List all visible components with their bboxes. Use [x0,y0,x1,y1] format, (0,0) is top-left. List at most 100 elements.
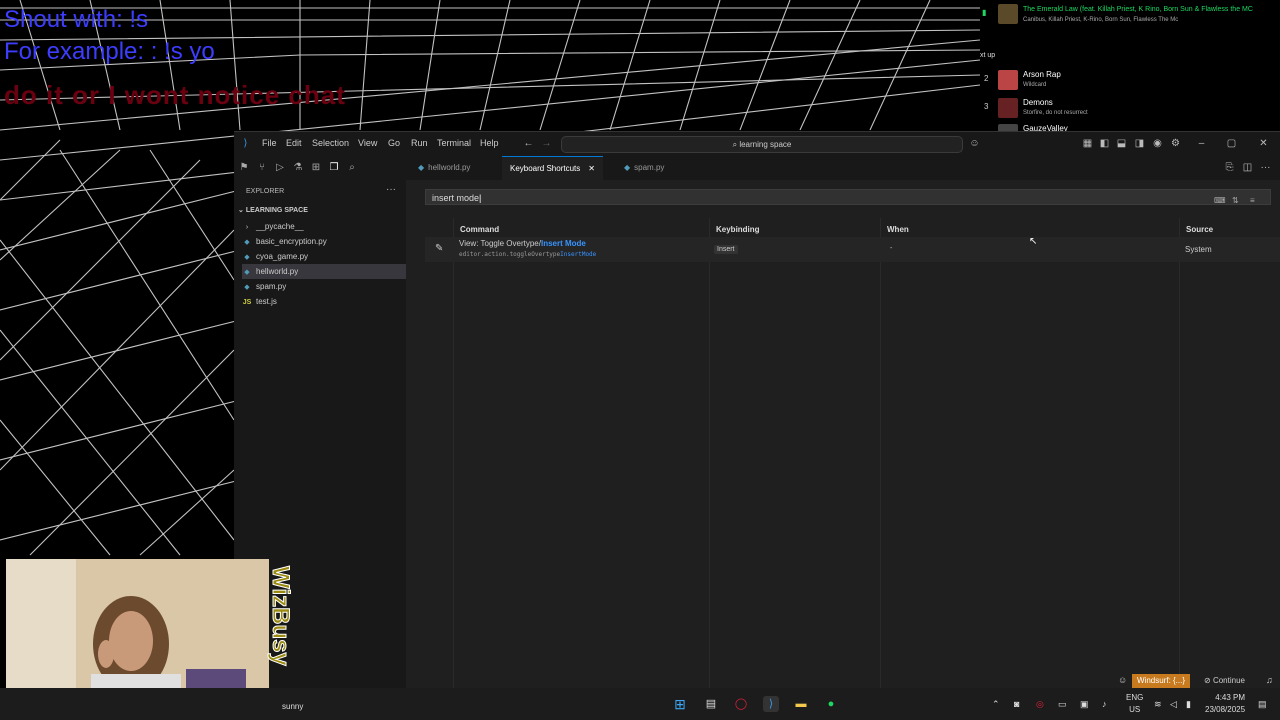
webcam-watermark: WizBusy [267,566,295,667]
wifi-icon[interactable]: ≋ [1154,699,1162,710]
run-debug-icon[interactable]: ⚑ [238,162,250,174]
continue-status[interactable]: ⊘ Continue [1204,674,1245,688]
search-icon[interactable]: ⌕ [346,162,358,174]
forward-arrow-icon[interactable]: → [541,138,552,149]
file-name: cyoa_game.py [256,252,309,261]
menu-edit[interactable]: Edit [286,138,302,148]
column-keybinding: Keybinding [716,225,760,234]
opera-gx-tray-icon[interactable]: ◎ [1036,699,1044,710]
queue-title[interactable]: Arson Rap [1023,70,1061,79]
source-control-icon[interactable]: ⑂ [256,162,268,174]
chat-overlay-text: Shout with: !s For example: : !s yo [4,4,215,68]
source-value: System [1185,245,1212,254]
search-value: insert mode [432,193,480,203]
discord-tray-icon[interactable]: ◙ [1014,699,1019,709]
microphone-icon[interactable]: ♪ [1102,699,1107,709]
chevron-up-icon[interactable]: ⌃ [992,699,1000,710]
extensions-icon[interactable]: ⊞ [310,162,322,174]
queue-artist[interactable]: Wildcard [1023,82,1046,88]
python-file-icon: ◆ [418,163,425,172]
notification-center-icon[interactable]: ▤ [1258,699,1267,710]
queue-artist[interactable]: Storfire, do not resurrect [1023,110,1088,116]
back-arrow-icon[interactable]: ← [523,138,534,149]
file-name: test.js [256,297,277,306]
split-editor-icon[interactable]: ◫ [1242,162,1253,173]
clock-date: 23/08/2025 [1205,705,1246,714]
file-explorer-icon[interactable]: ▬ [793,696,809,712]
menu-go[interactable]: Go [388,138,400,148]
open-keybindings-json-icon[interactable]: ⎘ [1224,162,1235,173]
close-icon[interactable]: ✕ [1258,138,1269,149]
project-folder[interactable]: ⌄ LEARNING SPACE [238,206,308,214]
command-center-label: learning space [739,140,792,149]
file-name: basic_encryption.py [256,237,327,246]
file-name: spam.py [256,282,287,291]
volume-icon[interactable]: ◁ [1170,699,1177,710]
menu-file[interactable]: File [262,138,277,148]
file-item[interactable]: ◆ spam.py [242,279,406,294]
keybinding-value: Insert [714,245,738,254]
toggle-panel-icon[interactable]: ⬓ [1116,138,1127,149]
run-icon[interactable]: ▷ [274,162,286,174]
spotify-icon[interactable]: ● [823,696,839,712]
close-tab-icon[interactable]: ✕ [588,164,595,173]
clear-filter-icon[interactable]: ≡ [1250,193,1255,209]
toggle-sidebar-icon[interactable]: ◧ [1099,138,1110,149]
record-keys-icon[interactable]: ⌨ [1214,193,1226,209]
minimize-icon[interactable]: – [1196,138,1207,149]
now-playing-title[interactable]: The Emerald Law (feat. Killah Priest, K … [1023,6,1253,13]
maximize-icon[interactable]: ▢ [1226,138,1237,149]
now-playing-artist[interactable]: Canibus, Killah Priest, K-Rino, Born Sun… [1023,17,1178,23]
table-row[interactable]: ✎ View: Toggle Overtype/Insert Mode edit… [425,237,1280,262]
file-item[interactable]: › __pycache__ [242,219,406,234]
file-item[interactable]: ◆ cyoa_game.py [242,249,406,264]
queue-item[interactable]: 3 Demons Storfire, do not resurrect [980,96,1280,120]
edit-keybinding-icon[interactable]: ✎ [435,243,443,254]
calculator-icon[interactable]: ▤ [703,696,719,712]
keybindings-search-input[interactable]: insert mode| ⌨ ⇅ ≡ [425,189,1271,205]
display-tray-icon[interactable]: ▣ [1080,699,1089,710]
copilot-icon[interactable]: ☺ [969,138,980,149]
tab-hellworld[interactable]: ◆ hellworld.py [410,156,478,180]
file-item[interactable]: ◆ basic_encryption.py [242,234,406,249]
queue-num: 3 [984,102,989,111]
command-center[interactable]: ⌕ learning space [561,136,963,153]
language-indicator[interactable]: ENG US [1126,692,1143,716]
command-title-prefix: View: Toggle Overtype/ [459,239,541,248]
battery-icon[interactable]: ▮ [1186,699,1191,710]
opera-browser-icon[interactable]: ◯ [733,696,749,712]
menu-terminal[interactable]: Terminal [437,138,471,148]
menu-view[interactable]: View [358,138,377,148]
gear-icon[interactable]: ⚙ [1170,138,1181,149]
more-actions-icon[interactable]: ··· [386,184,396,195]
file-item[interactable]: JS test.js [242,294,406,309]
start-windows-icon[interactable]: ⊞ [672,696,688,712]
tray-app-icon[interactable]: ▭ [1058,699,1067,710]
overlay-line-3: do it or I wont notice chat [4,80,346,110]
toggle-secondary-sidebar-icon[interactable]: ◨ [1134,138,1145,149]
tab-label: Keyboard Shortcuts [510,164,581,173]
vscode-taskbar-icon[interactable]: ⟩ [763,696,779,712]
more-actions-icon[interactable]: ··· [1260,162,1271,173]
copilot-icon[interactable]: ☺ [1118,675,1127,685]
sort-by-precedence-icon[interactable]: ⇅ [1232,193,1239,209]
windsurf-status[interactable]: Windsurf: {...} [1132,674,1191,688]
editor-tab-bar: ◆ hellworld.py Keyboard Shortcuts ✕ ◆ spam.… [406,156,1280,181]
activity-bar: ⚑ ⑂ ▷ ⚗ ⊞ ❐ ⌕ [234,156,406,180]
queue-title[interactable]: Demons [1023,98,1053,107]
menu-help[interactable]: Help [480,138,499,148]
account-icon[interactable]: ◉ [1152,138,1163,149]
menu-run[interactable]: Run [411,138,428,148]
menu-selection[interactable]: Selection [312,138,349,148]
customize-layout-icon[interactable]: ▦ [1082,138,1093,149]
queue-item[interactable]: 2 Arson Rap Wildcard [980,68,1280,92]
command-id-highlight: InsertMode [560,251,597,258]
system-clock[interactable]: 4:43 PM 23/08/2025 [1205,692,1245,716]
file-item[interactable]: ◆ hellworld.py [242,264,406,279]
tab-keyboard-shortcuts[interactable]: Keyboard Shortcuts ✕ [502,156,603,181]
weather-label[interactable]: sunny [282,702,303,711]
explorer-icon[interactable]: ❐ [328,162,340,174]
tab-spam[interactable]: ◆ spam.py [616,156,672,180]
testing-icon[interactable]: ⚗ [292,162,304,174]
notifications-bell-icon[interactable]: ♫ [1266,675,1273,685]
